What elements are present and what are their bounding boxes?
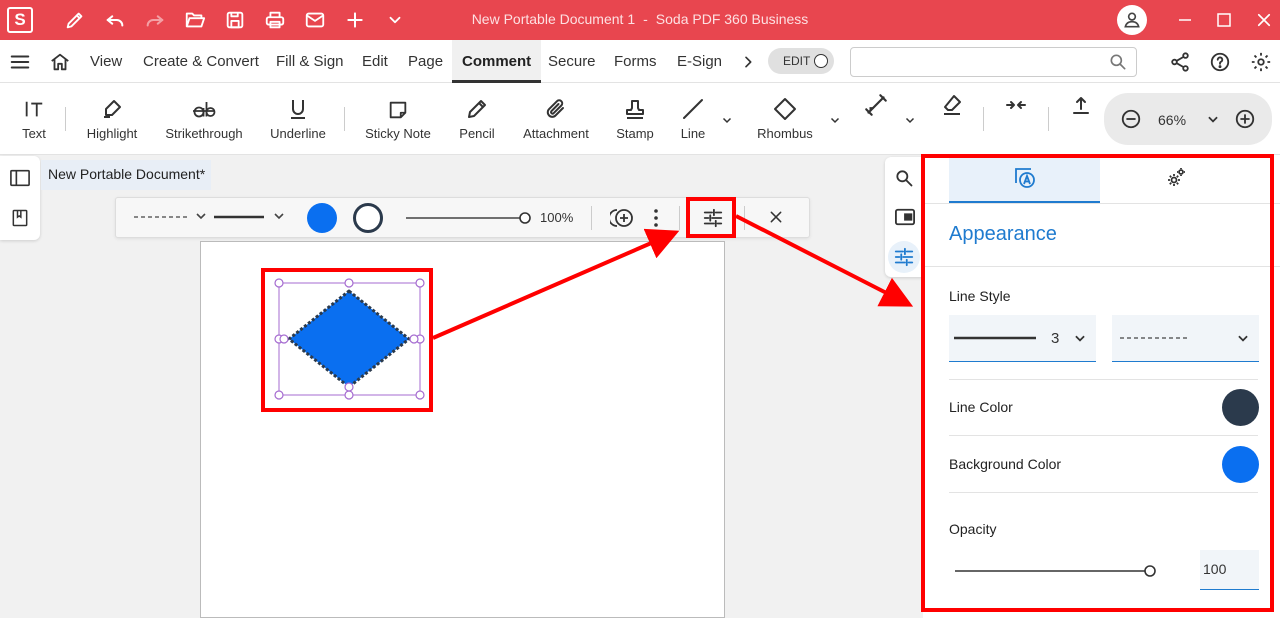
arrow-to-panel xyxy=(735,214,914,307)
annotation-arrows xyxy=(432,214,914,340)
arrow-to-properties-button xyxy=(432,228,680,340)
